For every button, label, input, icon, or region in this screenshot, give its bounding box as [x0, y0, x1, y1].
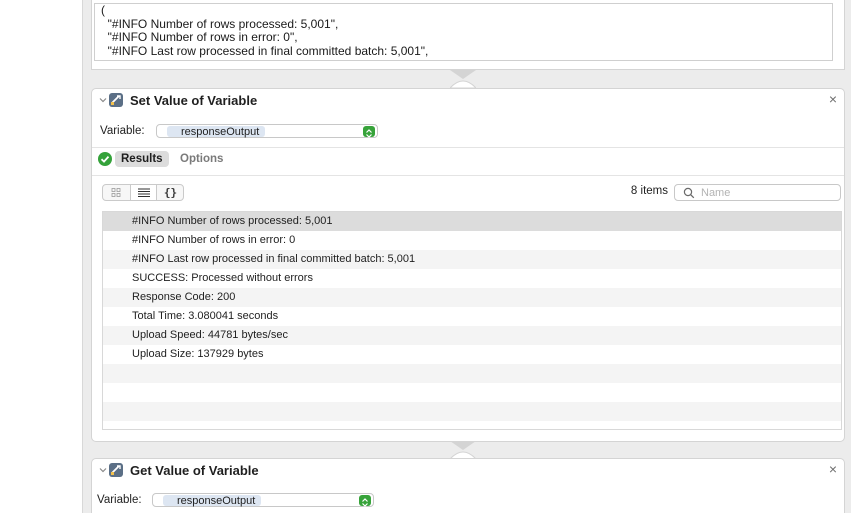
set-variable-action: Set Value of Variable × Variable: respon…: [91, 88, 845, 442]
output-line: "#INFO Last row processed in final commi…: [101, 43, 429, 58]
automator-window: ( "#INFO Number of rows processed: 5,001…: [0, 0, 851, 513]
action-connector: [450, 70, 476, 88]
previous-output-text[interactable]: ( "#INFO Number of rows processed: 5,001…: [94, 3, 833, 61]
list-item[interactable]: Total Time: 3.080041 seconds: [103, 307, 841, 326]
view-mode-segmented-control: {}: [102, 184, 184, 201]
variable-token: responseOutput: [167, 126, 266, 138]
empty-row: [103, 421, 841, 429]
output-line: (: [101, 3, 105, 17]
list-item[interactable]: Upload Size: 137929 bytes: [103, 345, 841, 364]
action-connector: [450, 441, 476, 459]
tab-results[interactable]: Results: [115, 151, 169, 167]
output-line: "#INFO Number of rows processed: 5,001",: [101, 16, 339, 31]
close-icon[interactable]: ×: [829, 461, 837, 477]
list-item[interactable]: #INFO Number of rows in error: 0: [103, 231, 841, 250]
action-title: Get Value of Variable: [130, 463, 259, 478]
icon-view-button[interactable]: [103, 185, 130, 200]
workflow-canvas: ( "#INFO Number of rows processed: 5,001…: [83, 0, 851, 513]
items-count: 8 items: [630, 185, 668, 197]
variable-label: Variable:: [100, 125, 145, 137]
success-check-icon: [98, 152, 112, 166]
empty-row: [103, 364, 841, 383]
list-item[interactable]: Response Code: 200: [103, 288, 841, 307]
list-item[interactable]: Upload Speed: 44781 bytes/sec: [103, 326, 841, 345]
divider: [92, 147, 844, 148]
list-view-button[interactable]: [130, 185, 157, 200]
previous-action-card: ( "#INFO Number of rows processed: 5,001…: [91, 0, 845, 70]
empty-row: [103, 402, 841, 421]
grid-icon: [111, 188, 121, 197]
json-view-button[interactable]: {}: [157, 185, 183, 200]
close-icon[interactable]: ×: [829, 91, 837, 107]
variable-label: Variable:: [97, 494, 142, 506]
tab-options[interactable]: Options: [180, 151, 223, 167]
braces-icon: {}: [163, 186, 178, 199]
action-header[interactable]: Set Value of Variable ×: [92, 89, 844, 113]
library-pane: [0, 0, 82, 513]
search-input[interactable]: [701, 186, 831, 199]
variable-token: responseOutput: [163, 495, 262, 507]
list-item[interactable]: #INFO Number of rows processed: 5,001: [103, 212, 841, 231]
search-icon: [683, 187, 695, 199]
chevron-down-icon[interactable]: [99, 466, 107, 474]
chevron-down-icon[interactable]: [99, 96, 107, 104]
popup-stepper-icon: [359, 495, 371, 507]
automator-variable-icon: [109, 463, 123, 477]
empty-row: [103, 383, 841, 402]
list-item[interactable]: SUCCESS: Processed without errors: [103, 269, 841, 288]
action-title: Set Value of Variable: [130, 93, 258, 108]
output-line: "#INFO Number of rows in error: 0",: [101, 30, 298, 44]
list-item[interactable]: #INFO Last row processed in final commit…: [103, 250, 841, 269]
search-field[interactable]: [674, 184, 841, 201]
list-icon: [138, 188, 150, 197]
variable-popup[interactable]: responseOutput: [156, 124, 378, 138]
get-variable-action: Get Value of Variable × Variable: respon…: [91, 458, 845, 513]
action-header[interactable]: Get Value of Variable ×: [92, 459, 844, 483]
automator-variable-icon: [109, 93, 123, 107]
results-list[interactable]: #INFO Number of rows processed: 5,001 #I…: [102, 211, 842, 430]
divider: [92, 175, 844, 176]
popup-stepper-icon: [363, 126, 375, 138]
variable-popup[interactable]: responseOutput: [152, 493, 374, 507]
